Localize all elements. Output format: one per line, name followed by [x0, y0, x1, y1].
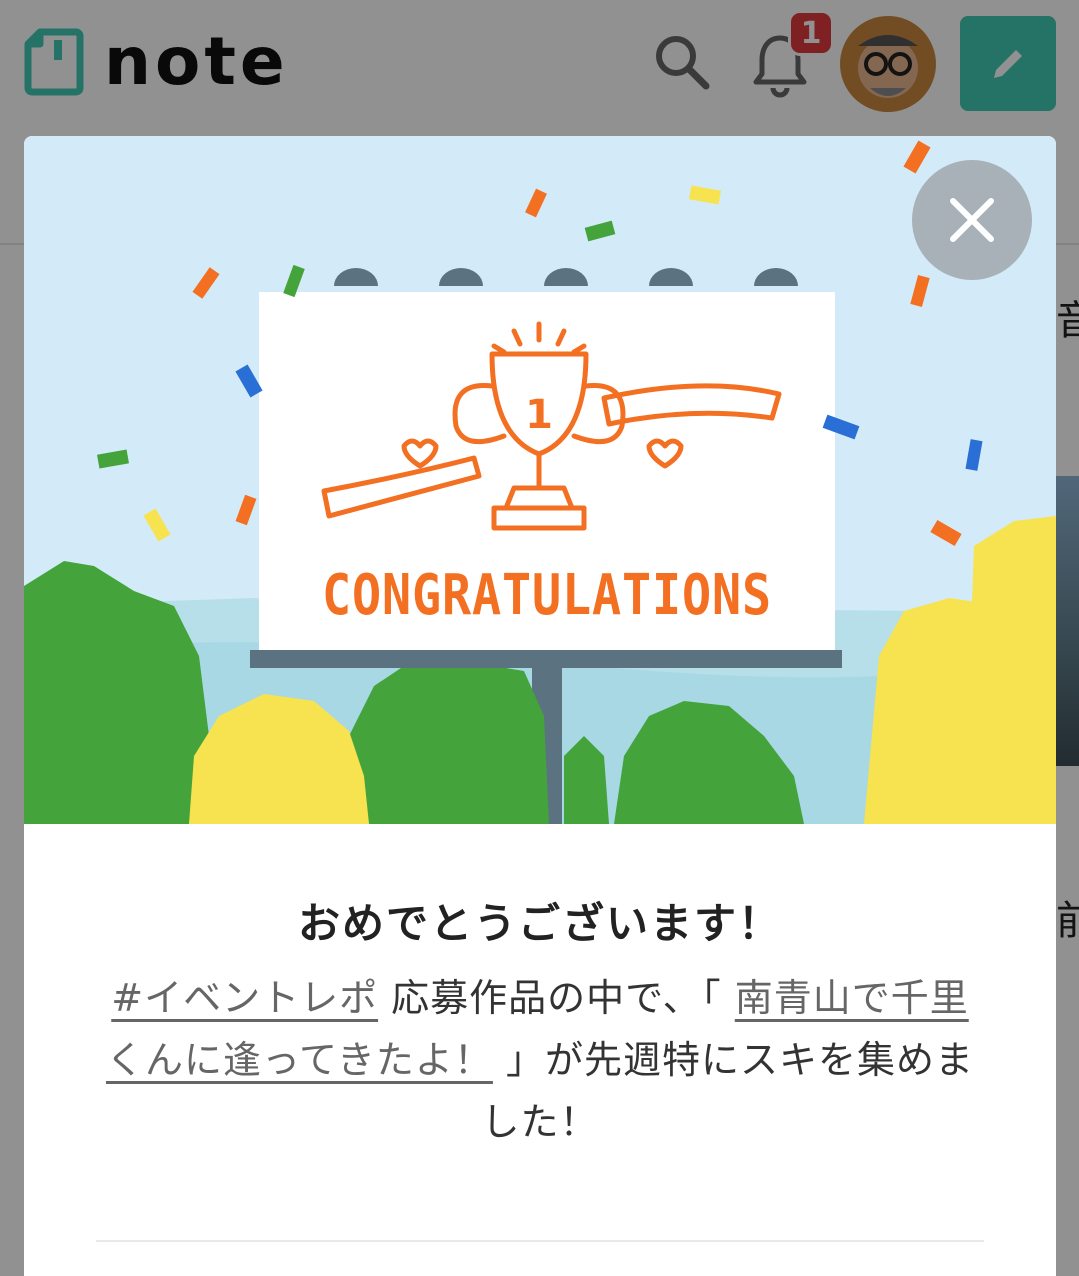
- modal-message: #イベントレポ 応募作品の中で、「 南青山で千里くんに逢ってきたよ！ 」が先週特…: [94, 967, 986, 1153]
- message-text: 応募作品の中で、「: [391, 976, 722, 1020]
- modal-body: おめでとうございます！ #イベントレポ 応募作品の中で、「 南青山で千里くんに逢…: [24, 824, 1056, 1153]
- congratulations-modal: 1 CONGRATULATIONS おめでとうございます！ #イベントレポ 応募…: [24, 136, 1056, 1276]
- modal-divider: [96, 1240, 984, 1242]
- close-button[interactable]: [912, 160, 1032, 280]
- message-text: 」が先週特にスキを集めました！: [481, 1038, 975, 1144]
- banner-text: CONGRATULATIONS: [322, 563, 772, 628]
- modal-title: おめでとうございます！: [297, 899, 782, 948]
- congratulations-illustration: 1 CONGRATULATIONS: [24, 136, 1056, 824]
- hashtag-link[interactable]: #イベントレポ: [111, 976, 378, 1020]
- billboard-illustration: 1 CONGRATULATIONS: [24, 140, 1056, 824]
- close-icon: [950, 198, 994, 242]
- trophy-number: 1: [525, 392, 553, 438]
